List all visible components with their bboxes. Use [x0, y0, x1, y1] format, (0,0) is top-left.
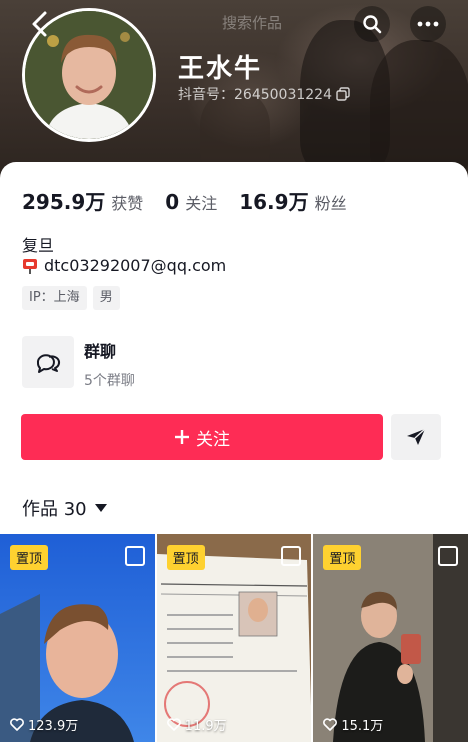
- pinned-badge: 置顶: [10, 545, 49, 570]
- works-tab-label: 作品 30: [22, 499, 87, 520]
- group-chat-title[interactable]: 群聊: [84, 338, 116, 362]
- multi-photo-icon: [281, 546, 302, 566]
- multi-photo-icon: [438, 546, 459, 566]
- video-grid: 置顶 123.9万 置顶 11.9万 置顶 15.1万: [0, 534, 468, 742]
- heart-icon: [10, 718, 24, 731]
- video-likes-count: 15.1万: [341, 719, 384, 734]
- douyin-id[interactable]: 抖音号：26450031224: [178, 84, 350, 104]
- more-button[interactable]: [410, 6, 446, 42]
- follow-button[interactable]: 关注: [21, 414, 383, 460]
- search-hint[interactable]: 搜索作品: [222, 12, 282, 33]
- chevron-left-icon: [32, 11, 47, 37]
- search-button[interactable]: [354, 6, 390, 42]
- following-label[interactable]: 关注: [185, 190, 217, 214]
- tab-works[interactable]: 作品 30: [22, 495, 107, 521]
- profile-card: 295.9万 获赞 0 关注 16.9万 粉丝 复旦 dtc03292007@q…: [0, 162, 468, 742]
- followers-count[interactable]: 16.9万: [239, 186, 308, 215]
- share-button[interactable]: [391, 414, 441, 460]
- profile-stats: 295.9万 获赞 0 关注 16.9万 粉丝: [22, 186, 369, 215]
- video-tile[interactable]: 置顶 15.1万: [313, 534, 468, 742]
- pinned-badge: 置顶: [166, 545, 205, 570]
- likes-count: 295.9万: [22, 190, 106, 214]
- heart-icon: [323, 718, 338, 731]
- follow-label: 关注: [196, 429, 230, 449]
- video-tile[interactable]: 置顶 123.9万: [0, 534, 155, 742]
- video-likes: 15.1万: [323, 715, 383, 734]
- bio-school: 复旦: [22, 236, 55, 255]
- profile-name: 王水牛: [178, 54, 263, 84]
- caret-down-icon: [94, 504, 107, 512]
- plus-icon: [175, 430, 189, 444]
- douyin-id-text: 抖音号：26450031224: [178, 87, 332, 103]
- multi-photo-icon: [124, 546, 145, 566]
- video-tile[interactable]: 置顶 11.9万: [156, 534, 312, 742]
- pinned-badge: 置顶: [323, 545, 362, 570]
- send-icon: [407, 428, 426, 445]
- more-icon: [417, 21, 439, 27]
- video-likes-count: 123.9万: [28, 719, 79, 734]
- followers-label[interactable]: 粉丝: [315, 190, 347, 214]
- mailbox-icon: [23, 258, 37, 274]
- bio-email: dtc03292007@qq.com: [22, 256, 226, 275]
- likes-label: 获赞: [111, 194, 144, 213]
- copy-icon[interactable]: [336, 87, 350, 101]
- header-background-figure: [370, 40, 468, 180]
- profile-tags: IP：上海 男: [22, 286, 120, 310]
- chat-bubbles-icon: [36, 354, 61, 373]
- following-count[interactable]: 0: [165, 190, 179, 214]
- video-likes: 11.9万: [166, 715, 227, 734]
- video-likes-count: 11.9万: [184, 719, 227, 734]
- email-text: dtc03292007@qq.com: [44, 256, 227, 275]
- back-button[interactable]: [30, 10, 58, 38]
- search-icon: [363, 15, 382, 34]
- group-chat-count: 5个群聊: [84, 373, 135, 389]
- video-likes: 123.9万: [10, 715, 78, 734]
- gender-tag: 男: [92, 286, 120, 310]
- group-chat-button[interactable]: [22, 336, 74, 388]
- heart-icon: [166, 718, 181, 731]
- ip-tag: IP：上海: [22, 286, 87, 310]
